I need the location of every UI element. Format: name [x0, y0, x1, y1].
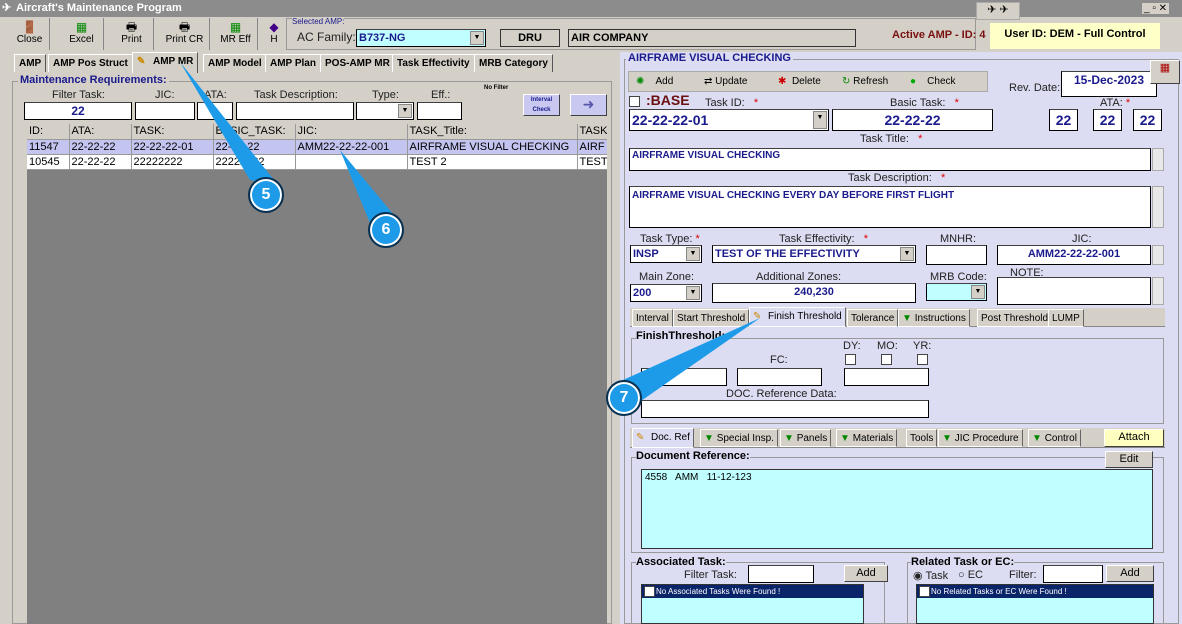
callout-5-pointer: [180, 62, 278, 185]
callout-7: 7: [606, 380, 642, 416]
callout-5: 5: [248, 177, 284, 213]
callout-pointers: [180, 62, 760, 410]
callout-6: 6: [368, 212, 404, 248]
